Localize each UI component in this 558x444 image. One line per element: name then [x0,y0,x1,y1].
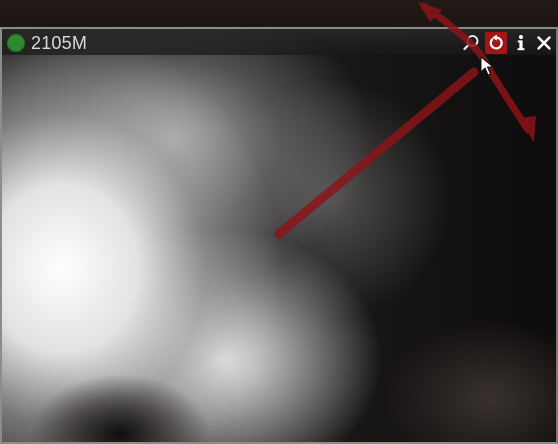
camera-video-feed[interactable] [2,29,556,442]
info-button[interactable] [510,32,532,54]
camera-name-label: 2105M [31,33,88,53]
info-icon [517,35,525,51]
close-button[interactable] [533,32,555,54]
rotate-reset-icon [489,34,503,50]
close-icon [537,36,551,50]
camera-status-indicator [7,34,25,52]
magnifier-icon [463,35,479,51]
camera-tile-header: 2105M [2,29,556,55]
camera-tile[interactable]: 2105M [0,27,558,444]
reset-view-button[interactable] [485,32,507,54]
search-button[interactable] [460,32,482,54]
